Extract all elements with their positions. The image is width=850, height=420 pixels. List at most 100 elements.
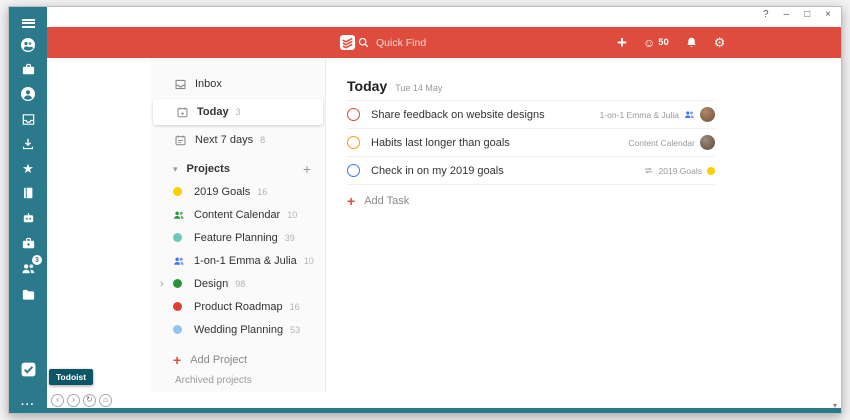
- notifications-button[interactable]: [685, 36, 698, 49]
- project-row-1-on-1[interactable]: 1-on-1 Emma & Julia 10: [151, 249, 325, 272]
- star-icon: ★: [22, 162, 34, 175]
- task-meta: Content Calendar: [628, 135, 715, 150]
- shared-project-people-icon: [684, 109, 695, 120]
- menu-icon[interactable]: [9, 13, 47, 33]
- maximize-button[interactable]: □: [804, 10, 810, 20]
- sidebar-item-next-7-days[interactable]: Next 7 days 8: [151, 128, 325, 152]
- people-circle-icon: [20, 37, 36, 53]
- hamburger-icon: [22, 19, 35, 28]
- briefcase-icon[interactable]: [9, 59, 47, 79]
- project-row-wedding-planning[interactable]: Wedding Planning 53: [151, 318, 325, 341]
- add-task-label: Add Task: [364, 195, 409, 207]
- expand-chevron-icon[interactable]: ›: [160, 278, 164, 290]
- add-task-button[interactable]: + Add Task: [347, 194, 715, 208]
- project-color-dot: [707, 167, 715, 175]
- todoist-header: Quick Find + ☺ 50 ⚙: [47, 27, 841, 58]
- project-name: Wedding Planning: [194, 324, 283, 336]
- page-title: Today: [347, 78, 387, 94]
- task-row[interactable]: Habits last longer than goals Content Ca…: [347, 129, 715, 157]
- add-project-label: Add Project: [190, 354, 247, 366]
- page-date: Tue 14 May: [395, 83, 442, 93]
- add-project-plus-icon[interactable]: +: [303, 161, 311, 177]
- projects-header[interactable]: ▾ Projects +: [151, 158, 325, 180]
- todoist-app-icon[interactable]: [9, 359, 47, 379]
- assignee-avatar: [700, 135, 715, 150]
- files-icon[interactable]: [9, 284, 47, 304]
- titlebar: ? – □ ×: [47, 7, 841, 27]
- chevron-down-icon[interactable]: ▾: [173, 164, 178, 175]
- project-name: Feature Planning: [194, 232, 278, 244]
- task-project-label[interactable]: 2019 Goals: [659, 166, 702, 176]
- refresh-button[interactable]: ↻: [83, 394, 96, 407]
- gear-icon: ⚙: [714, 35, 726, 50]
- archived-projects-link[interactable]: Archived projects: [175, 375, 252, 386]
- karma-score: 50: [658, 37, 669, 48]
- project-row-feature-planning[interactable]: Feature Planning 39: [151, 226, 325, 249]
- task-text: Share feedback on website designs: [371, 109, 545, 121]
- help-button[interactable]: ?: [763, 10, 769, 20]
- window-controls: ? – □ ×: [763, 10, 831, 20]
- karma-icon: ☺: [643, 37, 655, 49]
- minimize-button[interactable]: –: [784, 10, 790, 20]
- notebook-icon[interactable]: [9, 183, 47, 203]
- project-count: 10: [287, 210, 297, 220]
- projects-header-label: Projects: [187, 163, 230, 175]
- inbox-icon: [173, 78, 187, 91]
- app-rail: ★ 3 ···: [9, 7, 47, 413]
- karma-button[interactable]: ☺ 50: [643, 37, 669, 49]
- inbox-tray-icon[interactable]: [9, 109, 47, 129]
- task-checkbox[interactable]: [347, 164, 360, 177]
- team-badge: 3: [32, 255, 42, 265]
- contacts-icon[interactable]: [9, 35, 47, 55]
- task-checkbox[interactable]: [347, 136, 360, 149]
- add-project-button[interactable]: + Add Project: [151, 349, 325, 371]
- project-count: 16: [290, 302, 300, 312]
- quick-add-button[interactable]: +: [617, 34, 627, 51]
- task-project-label[interactable]: Content Calendar: [628, 138, 695, 148]
- task-text: Check in on my 2019 goals: [371, 165, 504, 177]
- shared-project-people-icon: [173, 255, 187, 267]
- bottom-accent-strip: [9, 408, 841, 413]
- task-project-label[interactable]: 1-on-1 Emma & Julia: [600, 110, 679, 120]
- task-checkbox[interactable]: [347, 108, 360, 121]
- project-row-design[interactable]: › Design 98: [151, 272, 325, 295]
- task-row[interactable]: Check in on my 2019 goals 2019 Goals: [347, 157, 715, 185]
- today-calendar-icon: [175, 106, 189, 119]
- project-count: 98: [235, 279, 245, 289]
- sidebar-item-label: Next 7 days: [195, 134, 253, 146]
- project-name: 2019 Goals: [194, 186, 250, 198]
- sidebar-item-today[interactable]: Today 3: [153, 99, 323, 125]
- project-name: Design: [194, 278, 228, 290]
- project-color-dot: [173, 187, 182, 196]
- task-meta: 2019 Goals: [643, 165, 715, 176]
- profile-icon[interactable]: [9, 84, 47, 104]
- team-icon[interactable]: 3: [9, 258, 47, 278]
- task-text: Habits last longer than goals: [371, 137, 510, 149]
- close-button[interactable]: ×: [825, 10, 831, 20]
- home-button[interactable]: ⌂: [99, 394, 112, 407]
- sidebar-item-label: Today: [197, 106, 229, 118]
- week-calendar-icon: [173, 134, 187, 147]
- search-input[interactable]: Quick Find: [357, 27, 426, 58]
- task-row[interactable]: Share feedback on website designs 1-on-1…: [347, 101, 715, 129]
- bottom-bar: ‹ › ↻ ⌂: [47, 392, 841, 408]
- back-button[interactable]: ‹: [51, 394, 64, 407]
- item-count: 3: [236, 107, 241, 117]
- header-actions: + ☺ 50 ⚙: [617, 27, 725, 58]
- project-row-2019-goals[interactable]: 2019 Goals 16: [151, 180, 325, 203]
- settings-button[interactable]: ⚙: [714, 36, 726, 49]
- project-name: 1-on-1 Emma & Julia: [194, 255, 297, 267]
- downloads-icon[interactable]: [9, 134, 47, 154]
- todoist-logo[interactable]: [339, 34, 356, 56]
- project-count: 53: [290, 325, 300, 335]
- locker-icon[interactable]: [9, 233, 47, 253]
- forward-button[interactable]: ›: [67, 394, 80, 407]
- sidebar-item-inbox[interactable]: Inbox: [151, 72, 325, 96]
- more-icon[interactable]: ···: [9, 395, 47, 415]
- favorites-icon[interactable]: ★: [9, 158, 47, 178]
- view-header: Today Tue 14 May: [347, 58, 715, 101]
- assistant-icon[interactable]: [9, 208, 47, 228]
- project-row-product-roadmap[interactable]: Product Roadmap 16: [151, 295, 325, 318]
- project-row-content-calendar[interactable]: Content Calendar 10: [151, 203, 325, 226]
- bell-icon: [685, 36, 698, 49]
